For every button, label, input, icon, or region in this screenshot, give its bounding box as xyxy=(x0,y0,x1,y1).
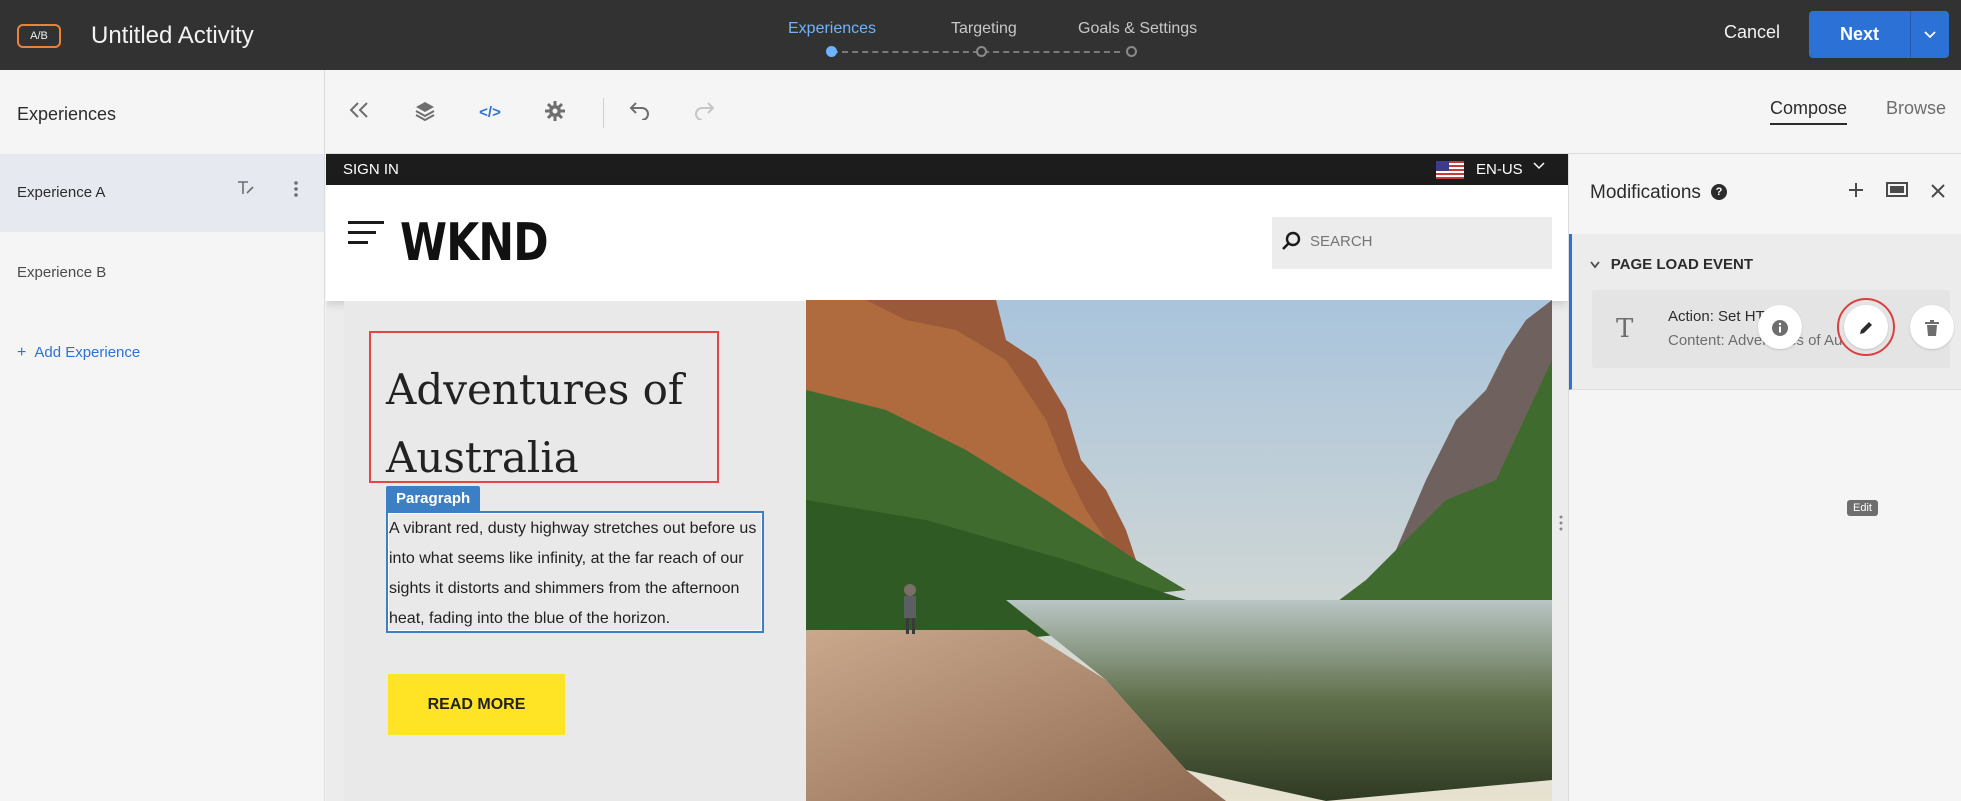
activity-title[interactable]: Untitled Activity xyxy=(91,22,254,50)
editor-toolbar: </> Compose Browse xyxy=(326,70,1961,154)
collapse-icon[interactable] xyxy=(346,100,372,126)
pencil-icon xyxy=(1860,322,1872,335)
text-type-icon: T xyxy=(1616,314,1634,344)
add-experience-button[interactable]: + Add Experience xyxy=(17,344,140,362)
experience-item-a[interactable]: Experience A xyxy=(0,154,324,232)
next-button[interactable]: Next xyxy=(1809,11,1910,58)
read-more-button[interactable]: READ MORE xyxy=(388,674,565,735)
close-icon[interactable] xyxy=(1926,180,1950,204)
event-title-label: PAGE LOAD EVENT xyxy=(1610,256,1754,273)
code-editor-icon[interactable]: </> xyxy=(477,100,503,126)
page-preview-canvas[interactable]: SIGN IN EN-US WKND Adventures of Austral… xyxy=(326,154,1568,801)
layers-icon[interactable] xyxy=(412,100,438,126)
info-icon xyxy=(1772,320,1788,337)
chevron-down-icon xyxy=(1924,31,1936,39)
experiences-title: Experiences xyxy=(17,104,117,124)
step-goals-settings[interactable]: Goals & Settings xyxy=(1078,20,1197,38)
step-targeting[interactable]: Targeting xyxy=(951,20,1017,38)
modifications-panel: Modifications ? PAGE LOAD EVENT T Action… xyxy=(1568,154,1961,801)
top-bar: A/B Untitled Activity Experiences Target… xyxy=(0,0,1961,70)
experience-label: Experience A xyxy=(17,184,106,201)
cancel-button[interactable]: Cancel xyxy=(1724,22,1780,43)
next-dropdown-button[interactable] xyxy=(1910,11,1949,58)
workflow-steps: Experiences Targeting Goals & Settings xyxy=(770,0,1200,70)
trash-icon xyxy=(1925,320,1939,337)
step-dot-goals xyxy=(1126,46,1137,57)
step-dot-targeting xyxy=(976,46,987,57)
ab-activity-badge: A/B xyxy=(17,24,61,48)
site-header: WKND xyxy=(326,185,1568,301)
tab-compose[interactable]: Compose xyxy=(1770,98,1848,125)
hamburger-menu-icon[interactable] xyxy=(348,221,384,245)
modification-card[interactable]: T Action: Set HTML Content: Adventures o… xyxy=(1592,290,1954,368)
delete-button[interactable] xyxy=(1910,305,1954,349)
add-experience-label: Add Experience xyxy=(34,344,141,361)
redo-icon[interactable] xyxy=(692,100,718,126)
sign-in-link[interactable]: SIGN IN xyxy=(343,161,399,178)
site-search[interactable] xyxy=(1272,217,1552,269)
search-icon xyxy=(1280,230,1304,254)
experience-label: Experience B xyxy=(17,264,107,281)
chevron-down-icon[interactable] xyxy=(1533,160,1545,174)
panel-resize-handle[interactable] xyxy=(1556,514,1566,558)
rename-icon[interactable] xyxy=(235,180,257,202)
us-flag-icon xyxy=(1436,161,1464,179)
article-heading[interactable]: Adventures of Australia xyxy=(386,356,706,492)
article-paragraph[interactable]: A vibrant red, dusty highway stretches o… xyxy=(389,514,763,634)
hero-landscape-image[interactable] xyxy=(806,300,1552,801)
chevron-down-icon xyxy=(1590,261,1603,272)
info-button[interactable] xyxy=(1758,305,1802,349)
tab-browse[interactable]: Browse xyxy=(1886,98,1946,119)
step-experiences[interactable]: Experiences xyxy=(788,20,876,38)
site-utility-bar: SIGN IN EN-US xyxy=(326,154,1568,185)
gear-icon[interactable] xyxy=(542,100,568,126)
plus-icon: + xyxy=(17,344,27,361)
page-load-event-group: PAGE LOAD EVENT T Action: Set HTML Conte… xyxy=(1569,234,1961,390)
toolbar-divider xyxy=(603,98,604,128)
modifications-title: Modifications xyxy=(1590,182,1701,203)
experience-item-b[interactable]: Experience B xyxy=(0,234,324,312)
page-load-event-toggle[interactable]: PAGE LOAD EVENT xyxy=(1590,256,1753,273)
add-icon[interactable] xyxy=(1844,180,1868,204)
paragraph-element-tag: Paragraph xyxy=(386,486,481,511)
experiences-panel: Experiences Experience A Experience B + A… xyxy=(0,70,325,801)
modification-content: Content: Adventures of Au xyxy=(1668,332,1843,349)
site-logo[interactable]: WKND xyxy=(400,213,549,273)
more-options-icon[interactable] xyxy=(285,180,307,202)
help-icon[interactable]: ? xyxy=(1711,184,1727,200)
device-view-icon[interactable] xyxy=(1885,180,1909,204)
locale-selector[interactable]: EN-US xyxy=(1476,161,1523,178)
search-input[interactable] xyxy=(1310,233,1540,250)
undo-icon[interactable] xyxy=(626,100,652,126)
step-dot-experiences xyxy=(826,46,837,57)
edit-button[interactable] xyxy=(1844,305,1888,349)
edit-tooltip: Edit xyxy=(1847,500,1878,516)
